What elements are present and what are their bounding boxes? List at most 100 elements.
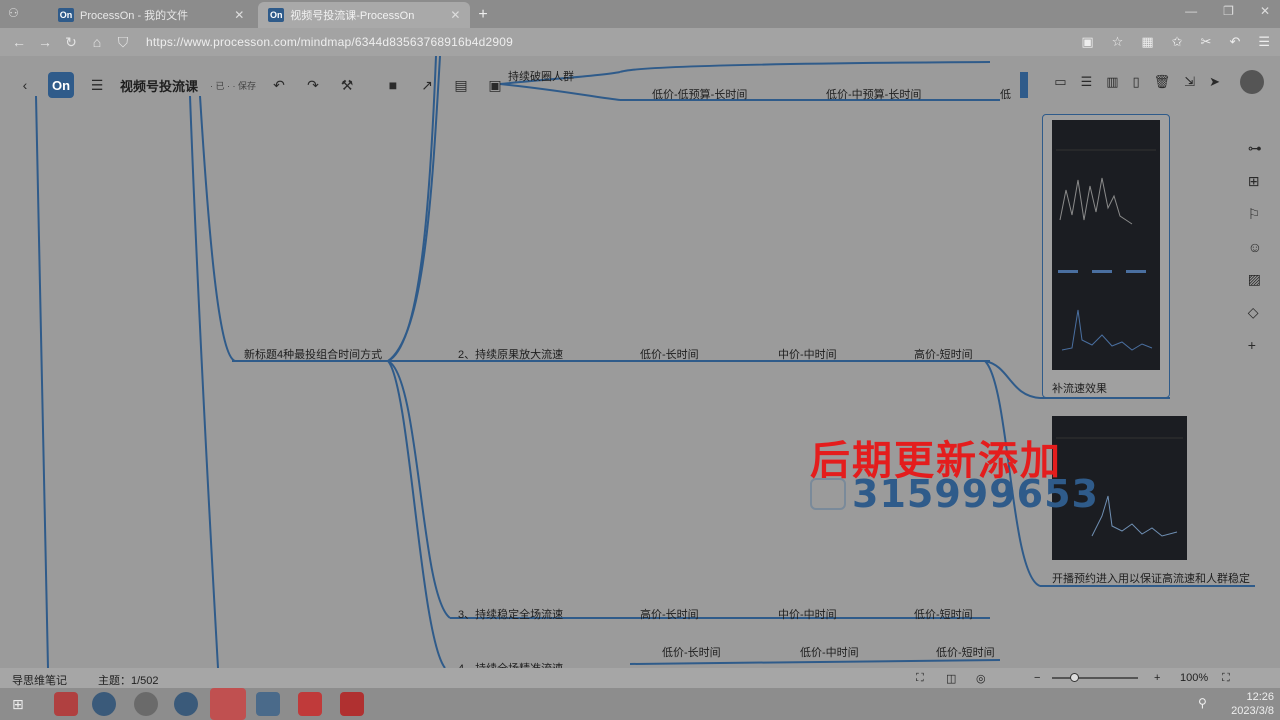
plus-icon[interactable]: +	[1248, 337, 1262, 353]
node-b4a[interactable]: 低价-长时间	[662, 644, 721, 660]
processon-logo-icon: On	[58, 8, 74, 22]
node-b3b[interactable]: 中价-中时间	[778, 606, 837, 622]
menu-icon[interactable]: ☰	[86, 77, 108, 94]
node-branch3[interactable]: 3、持续稳定全场流速	[458, 606, 563, 622]
wps-icon[interactable]	[298, 692, 322, 716]
image-caption-1[interactable]: 补流速效果	[1052, 380, 1107, 396]
processon-logo[interactable]: On	[48, 72, 74, 98]
emoji-icon[interactable]: ☺	[1248, 239, 1262, 255]
node-b3a[interactable]: 高价-长时间	[640, 606, 699, 622]
chrome-icon[interactable]	[174, 692, 198, 716]
app-icon[interactable]	[256, 692, 280, 716]
favorites-icon[interactable]: ✩	[1172, 34, 1183, 50]
chevron-left-icon[interactable]: ‹	[14, 77, 36, 93]
apps-icon[interactable]: ▦	[1141, 34, 1153, 50]
node-branch4[interactable]: 4、持续全场精准流速	[458, 660, 563, 668]
node-b4c[interactable]: 低价-短时间	[936, 644, 995, 660]
browser-actions: ▣ ☆ ▦ ✩ ✂ ↶ ☰	[1081, 34, 1270, 50]
connector-icon[interactable]: ⊶	[1248, 140, 1262, 157]
trash-icon[interactable]: 🗑	[1154, 74, 1171, 90]
new-tab-icon[interactable]: +	[478, 2, 487, 28]
map-icon[interactable]: ◫	[946, 672, 956, 685]
layout-toolbar: ▭ ☰ ▥ ▯ 🗑 ⇲ ➤	[1054, 74, 1220, 90]
topic-icon[interactable]: ■	[382, 77, 404, 93]
image-icon[interactable]: ▨	[1248, 271, 1262, 288]
app-icon[interactable]	[134, 692, 158, 716]
node-b3c[interactable]: 低价-短时间	[914, 606, 973, 622]
back-icon[interactable]: ←	[6, 34, 32, 50]
reload-icon[interactable]: ↻	[58, 34, 84, 51]
forward-icon[interactable]: →	[32, 34, 58, 50]
format-painter-icon[interactable]: ⚒	[336, 77, 358, 94]
network-icon[interactable]: ⚲	[1198, 696, 1207, 710]
clock[interactable]: 12:26 2023/3/8	[1231, 690, 1274, 718]
layout-icon[interactable]: ☰	[1081, 74, 1093, 90]
node-branch2[interactable]: 2、持续原果放大流速	[458, 346, 563, 362]
node-top2[interactable]: 低价-低预算-长时间	[652, 86, 747, 102]
zoom-level: 100%	[1180, 672, 1209, 684]
layout-icon[interactable]: ▥	[1106, 74, 1118, 90]
maximize-icon[interactable]: ❐	[1223, 4, 1234, 18]
node-b2b[interactable]: 中价-中时间	[778, 346, 837, 362]
star-icon[interactable]: ☆	[1112, 34, 1124, 50]
node-b4b[interactable]: 低价-中时间	[800, 644, 859, 660]
zoom-slider-knob[interactable]	[1070, 673, 1079, 682]
structure-icon[interactable]: ▤	[450, 77, 472, 94]
scissors-icon[interactable]: ✂	[1201, 34, 1212, 50]
arrow-icon[interactable]: ↗	[416, 77, 438, 94]
image-caption-2[interactable]: 开播预约进入用以保证高流速和人群稳定	[1052, 570, 1250, 586]
pdf-icon[interactable]	[340, 692, 364, 716]
tree-icon[interactable]: ⊞	[1248, 173, 1262, 190]
close-icon[interactable]: ✕	[234, 8, 244, 22]
mindmap-canvas[interactable]: ‹ On ☰ 视频号投流课 · 已 · · 保存 ↶ ↷ ⚒ ■ ↗ ▤ ▣ ▭…	[0, 56, 1280, 668]
locate-icon[interactable]: ◎	[976, 672, 986, 685]
tab-processon-files[interactable]: On ProcessOn - 我的文件 ✕	[48, 2, 254, 28]
windows-start-icon[interactable]: ⊞	[12, 696, 24, 713]
profile-icon[interactable]: ⚇	[8, 6, 19, 20]
node-b2a[interactable]: 低价-长时间	[640, 346, 699, 362]
clock-time: 12:26	[1246, 691, 1274, 703]
wechat-icon	[810, 478, 846, 510]
zoom-in-icon[interactable]: +	[1154, 672, 1160, 684]
address-bar: ← → ↻ ⌂ ⛉ https://www.processon.com/mind…	[0, 28, 1280, 56]
undo-icon[interactable]: ↶	[268, 77, 290, 94]
collapse-icon[interactable]: ⇲	[1184, 74, 1195, 90]
zoom-out-icon[interactable]: −	[1034, 672, 1040, 684]
fit-icon[interactable]: ⛶	[916, 672, 924, 685]
home-icon[interactable]: ⌂	[84, 34, 110, 50]
zoom-slider[interactable]	[1052, 677, 1138, 679]
active-app-icon[interactable]	[210, 688, 246, 720]
summary-icon[interactable]: ▣	[484, 77, 506, 94]
node-b2c[interactable]: 高价-短时间	[914, 346, 973, 362]
close-icon[interactable]: ✕	[450, 8, 460, 22]
save-status: · 已 · · 保存	[210, 80, 257, 91]
url-field[interactable]: https://www.processon.com/mindmap/6344d8…	[146, 35, 513, 49]
document-title[interactable]: 视频号投流课	[120, 76, 198, 95]
node-top4[interactable]: 低	[1000, 86, 1011, 102]
processon-logo-icon: On	[268, 8, 285, 22]
close-window-icon[interactable]: ✕	[1260, 4, 1270, 18]
undo-icon[interactable]: ↶	[1229, 34, 1240, 50]
app-icon[interactable]	[54, 692, 78, 716]
send-icon[interactable]: ➤	[1209, 74, 1220, 90]
avatar[interactable]	[1240, 70, 1264, 94]
node-center[interactable]: 新标题4种最投组合时间方式	[244, 346, 382, 362]
node-top1[interactable]: 持续破圈人群	[508, 68, 574, 84]
label-icon[interactable]: ◇	[1248, 304, 1262, 321]
topic-count: 主题：1/502	[98, 675, 159, 687]
menu-icon[interactable]: ☰	[1258, 34, 1270, 50]
layout-icon[interactable]: ▯	[1133, 74, 1140, 90]
minimize-icon[interactable]: —	[1185, 4, 1197, 18]
tag-icon[interactable]: ⚐	[1248, 206, 1262, 223]
side-toolbar: ⊶ ⊞ ⚐ ☺ ▨ ◇ +	[1248, 140, 1262, 353]
accent-strip	[1020, 72, 1028, 98]
fullscreen-icon[interactable]: ⛶	[1222, 672, 1230, 685]
clipboard-icon[interactable]: ▣	[1081, 34, 1093, 50]
status-left[interactable]: 导思维笔记	[12, 672, 67, 688]
node-top3[interactable]: 低价-中预算-长时间	[826, 86, 921, 102]
redo-icon[interactable]: ↷	[302, 77, 324, 94]
edge-icon[interactable]	[92, 692, 116, 716]
tab-video-course[interactable]: On 视频号投流课-ProcessOn ✕	[258, 2, 471, 28]
layout-icon[interactable]: ▭	[1054, 74, 1066, 90]
overlay-number: 315999653	[852, 472, 1099, 516]
